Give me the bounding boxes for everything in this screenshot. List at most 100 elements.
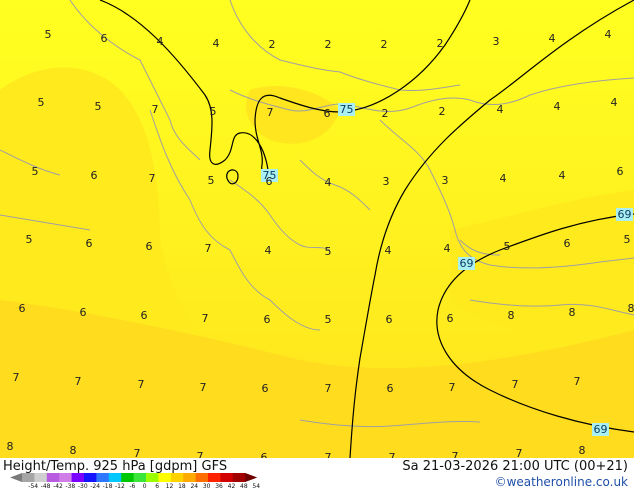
temp-value: 7 [13, 371, 20, 384]
temp-value: 6 [564, 237, 571, 250]
temp-value: 7 [75, 375, 82, 388]
temp-value: 4 [265, 244, 272, 257]
temp-value: 5 [26, 233, 33, 246]
temp-value: 6 [101, 32, 108, 45]
temp-value: 2 [269, 38, 276, 51]
scale-swatch [108, 473, 122, 482]
scale-label: -38 [65, 483, 76, 490]
temp-value: 4 [554, 100, 561, 113]
scale-swatch [133, 473, 147, 482]
temp-value: 6 [80, 306, 87, 319]
temp-value: 7 [202, 312, 209, 325]
temp-value: 8 [508, 309, 515, 322]
temp-value: 4 [157, 35, 164, 48]
temp-value: 4 [611, 96, 618, 109]
temp-value: 2 [439, 105, 446, 118]
scale-swatch [96, 473, 110, 482]
temp-value: 5 [38, 96, 45, 109]
scale-label: 0 [142, 483, 147, 490]
temp-value: 7 [205, 242, 212, 255]
scale-label: -30 [77, 483, 88, 490]
scale-swatch [71, 473, 85, 482]
contour-label-1: 75 [338, 103, 355, 116]
scale-label: 54 [252, 483, 261, 490]
temp-value: 6 [617, 165, 624, 178]
temp-value: 2 [437, 37, 444, 50]
temp-value: 4 [605, 28, 612, 41]
temp-value: 4 [385, 244, 392, 257]
temp-value: 2 [382, 107, 389, 120]
scale-swatch [158, 473, 172, 482]
temp-value: 7 [152, 103, 159, 116]
scale-swatch [183, 473, 197, 482]
temp-value: 4 [559, 169, 566, 182]
temp-value: 2 [325, 38, 332, 51]
temp-value: 7 [516, 447, 523, 458]
scale-label: -6 [129, 483, 136, 490]
scale-label: -48 [40, 483, 51, 490]
scale-arrow-right [245, 473, 258, 482]
temp-value: 7 [512, 378, 519, 391]
temp-value: 6 [91, 169, 98, 182]
temp-value: 4 [213, 37, 220, 50]
temp-value: 5 [504, 240, 511, 253]
temp-value: 7 [574, 375, 581, 388]
temp-value: 7 [197, 450, 204, 458]
temp-value: 5 [45, 28, 52, 41]
temp-value: 3 [383, 175, 390, 188]
temp-value: 3 [493, 35, 500, 48]
temp-value: 6 [447, 312, 454, 325]
temp-value: 7 [452, 450, 459, 458]
scale-swatch [22, 473, 35, 482]
contour-label-3: 69 [458, 257, 475, 270]
temp-value: 8 [569, 306, 576, 319]
svg-text:69: 69 [618, 208, 632, 221]
temp-value: 8 [579, 444, 586, 457]
temp-value: 6 [141, 309, 148, 322]
temp-value: 5 [95, 100, 102, 113]
valid-datetime: Sa 21-03-2026 21:00 UTC (00+21) [402, 459, 628, 474]
scale-label: 6 [155, 483, 160, 490]
scale-swatch [170, 473, 184, 482]
svg-text:75: 75 [340, 103, 354, 116]
temp-value: 7 [325, 382, 332, 395]
temp-value: 6 [146, 240, 153, 253]
map-title: Height/Temp. 925 hPa [gdpm] GFS [3, 459, 228, 474]
temp-value: 5 [624, 233, 631, 246]
temp-value: 6 [19, 302, 26, 315]
scale-label: 18 [178, 483, 186, 490]
temp-value: 8 [70, 444, 77, 457]
temp-value: 6 [264, 313, 271, 326]
scale-label: 36 [215, 483, 223, 490]
temp-value: 8 [628, 302, 634, 315]
scale-label: -54 [28, 483, 39, 490]
temp-value: 4 [500, 172, 507, 185]
temp-value: 6 [386, 313, 393, 326]
temp-value: 4 [549, 32, 556, 45]
scale-label: 42 [227, 483, 236, 490]
scale-swatch [208, 473, 221, 482]
scale-label: -12 [115, 483, 125, 490]
scale-swatch [121, 473, 135, 482]
color-scale-labels: -54 -48 -42 -38 -30 -24 -18 -12 -6 0 6 12 18 24 30 36 42… [27, 483, 262, 490]
credit-link[interactable]: ©weatheronline.co.uk [495, 475, 628, 489]
contour-label-5: 69 [592, 423, 609, 436]
temp-value: 5 [325, 245, 332, 258]
scale-swatch [84, 473, 97, 482]
scale-label: 24 [190, 483, 199, 490]
weather-map: 75 75 69 69 69 5 6 4 4 2 2 2 2 3 4 4 5 5… [0, 0, 634, 458]
temp-value: 6 [262, 382, 269, 395]
svg-text:69: 69 [460, 257, 474, 270]
contour-label-4: 69 [616, 208, 633, 221]
color-scale-bar [10, 473, 258, 482]
temp-value: 6 [86, 237, 93, 250]
temp-value: 7 [200, 381, 207, 394]
temp-value: 7 [449, 381, 456, 394]
temp-value: 7 [389, 451, 396, 458]
scale-label: -24 [90, 483, 101, 490]
scale-swatch [220, 473, 234, 482]
svg-text:69: 69 [594, 423, 608, 436]
map-canvas: 75 75 69 69 69 5 6 4 4 2 2 2 2 3 4 4 5 5… [0, 0, 634, 458]
temp-value: 7 [267, 106, 274, 119]
temp-value: 4 [497, 103, 504, 116]
